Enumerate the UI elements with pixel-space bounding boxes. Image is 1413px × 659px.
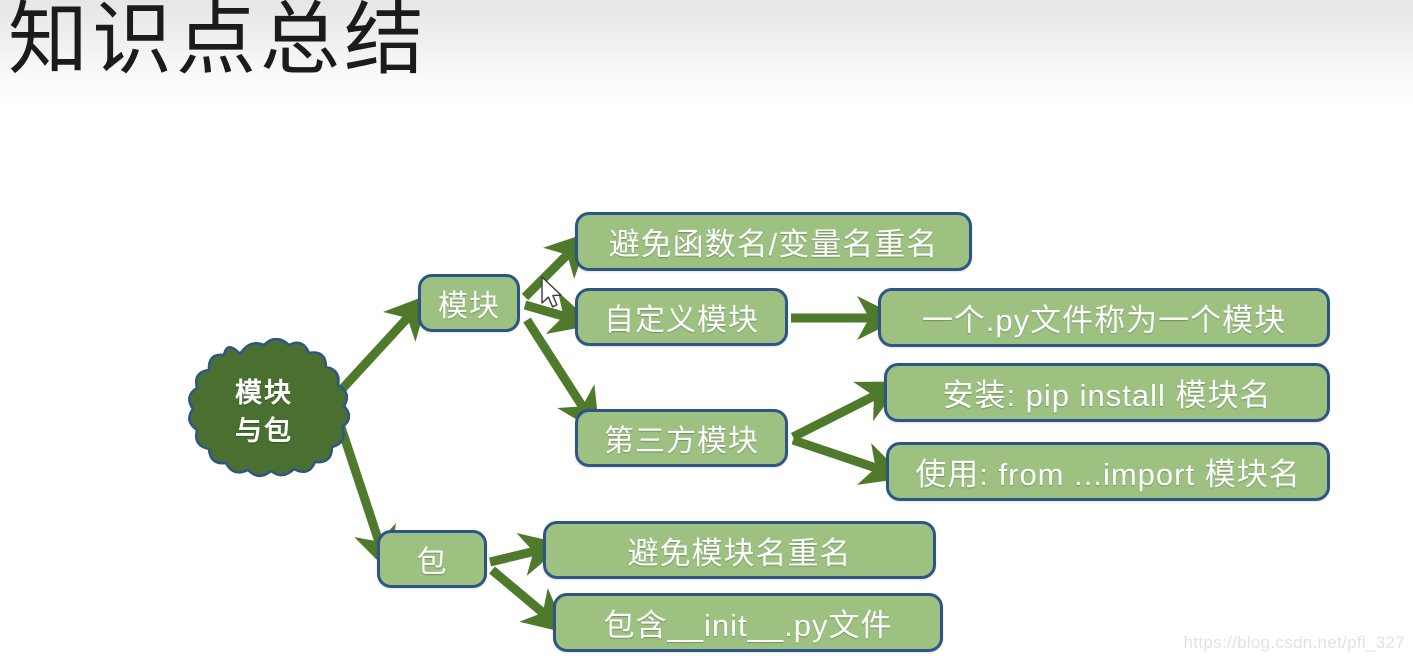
node-avoid-module-name-clash[interactable]: 避免模块名重名 <box>543 521 936 579</box>
node-package[interactable]: 包 <box>377 530 487 588</box>
node-third-party-module[interactable]: 第三方模块 <box>575 409 788 467</box>
node-custom-module[interactable]: 自定义模块 <box>575 288 788 346</box>
edge-third-party-to-usage <box>791 435 906 485</box>
root-cloud-label-line2: 与包 <box>235 416 293 446</box>
edge-third-party-to-install <box>790 381 903 442</box>
node-usage-command[interactable]: 使用: from ...import 模块名 <box>886 442 1330 501</box>
edge-module-to-avoid-name-clash <box>521 232 590 301</box>
edge-package-to-avoid-module-clash <box>488 532 565 576</box>
node-py-file-is-module[interactable]: 一个.py文件称为一个模块 <box>878 288 1330 347</box>
page-title: 知识点总结 <box>8 0 428 86</box>
watermark-text: https://blog.csdn.net/pfl_327 <box>1183 633 1405 652</box>
mouse-pointer-icon <box>541 276 562 308</box>
edge-module-to-custom-module <box>523 291 595 334</box>
root-cloud-label: 模块 与包 <box>178 338 350 486</box>
root-cloud-node[interactable]: 模块 与包 <box>178 337 351 486</box>
node-module[interactable]: 模块 <box>418 274 520 332</box>
slide-canvas: 知识点总结 模块 与包 模块 包 避免函数名/变量名重名 自定义模块 第三方模块… <box>0 0 1413 659</box>
node-install-command[interactable]: 安装: pip install 模块名 <box>884 363 1330 422</box>
edge-package-to-contains-init <box>489 566 568 634</box>
node-avoid-name-clash[interactable]: 避免函数名/变量名重名 <box>575 212 972 271</box>
node-contains-init-py[interactable]: 包含__init__.py文件 <box>553 593 943 652</box>
root-cloud-label-line1: 模块 <box>235 377 293 408</box>
